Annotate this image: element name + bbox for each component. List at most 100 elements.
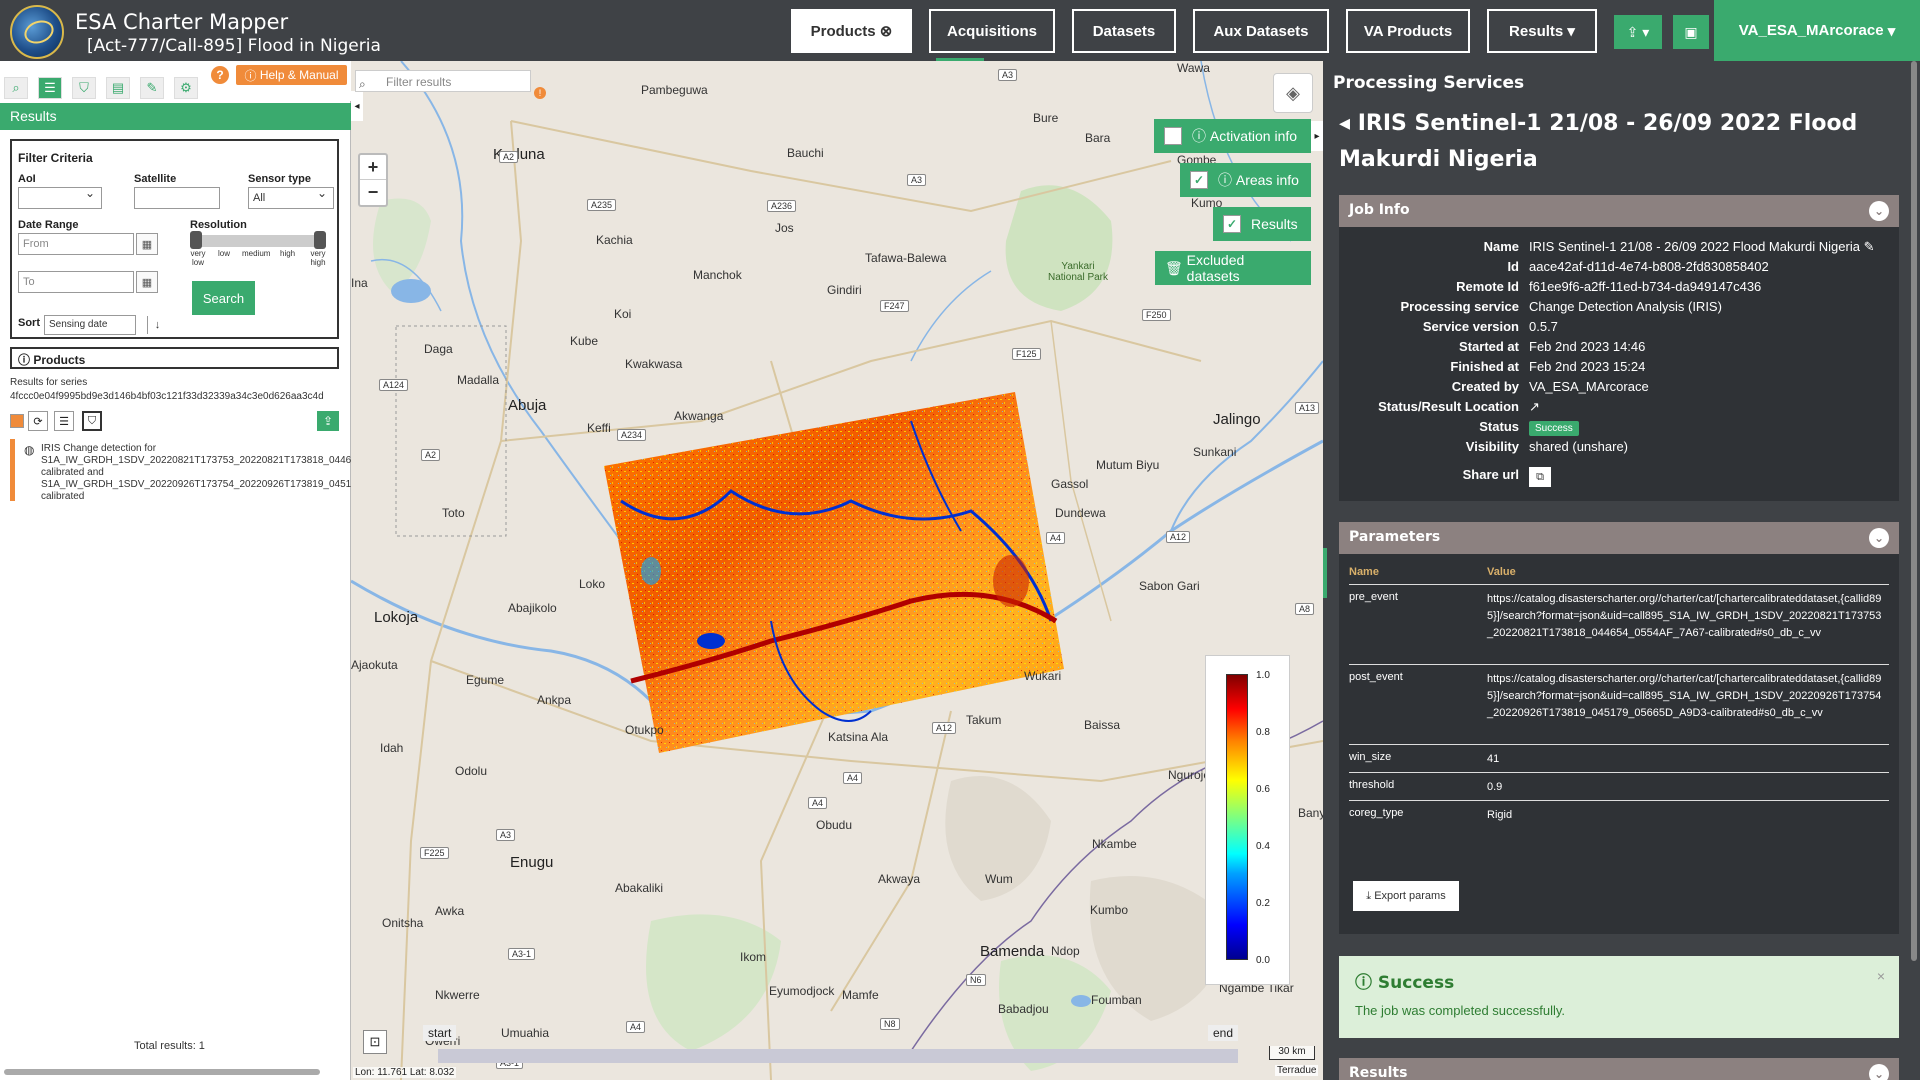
map-attribution[interactable]: Terradue: [1275, 1065, 1319, 1076]
timeline-track[interactable]: [438, 1049, 1238, 1063]
chevron-down-icon[interactable]: ⌄: [1869, 528, 1889, 548]
map-town: Mutum Biyu: [1096, 458, 1160, 472]
road-label: A235: [587, 199, 617, 211]
nav-acquisitions[interactable]: Acquisitions: [929, 9, 1055, 53]
checkbox[interactable]: [1164, 127, 1182, 145]
job-info-header[interactable]: Job Info ⌄: [1339, 195, 1899, 227]
road-label: A3: [907, 174, 927, 186]
info-icon[interactable]: !: [534, 87, 546, 99]
nav-va-products[interactable]: VA Products: [1346, 9, 1470, 53]
activation-info-toggle[interactable]: ⓘ Activation info: [1154, 119, 1311, 153]
map-town: Bany: [1298, 806, 1323, 820]
basket-icon[interactable]: ⛉: [72, 77, 96, 99]
legend-colorbar: [1226, 674, 1248, 960]
close-circle-icon[interactable]: ⊗: [880, 22, 893, 40]
info-row: Status Success: [1339, 419, 1899, 439]
nav-datasets[interactable]: Datasets: [1072, 9, 1176, 53]
map-town: Gassol: [1051, 477, 1089, 491]
layers-icon[interactable]: ◈: [1273, 73, 1313, 113]
timeline-end[interactable]: end: [1208, 1025, 1239, 1041]
checkbox-checked[interactable]: ✓: [1223, 215, 1241, 233]
list-view-icon[interactable]: ☰: [54, 411, 74, 431]
products-header: ⓘ Products: [10, 347, 339, 369]
unshare-link[interactable]: shared (unshare): [1529, 439, 1628, 454]
export-params-button[interactable]: ⤓ Export params: [1353, 881, 1459, 911]
map-town: Dundewa: [1055, 506, 1106, 520]
slider-max-handle[interactable]: [314, 231, 326, 249]
map-town: Baissa: [1084, 718, 1121, 732]
collapse-right-panel-handle[interactable]: ▸: [1311, 121, 1323, 151]
date-from-input[interactable]: From: [18, 233, 134, 255]
road-label: A4: [808, 797, 828, 809]
close-icon[interactable]: ×: [1877, 968, 1885, 984]
road-label: N6: [966, 974, 986, 986]
excluded-datasets-button[interactable]: 🗑 Excluded datasets: [1155, 251, 1311, 285]
gear-icon[interactable]: ⚙: [174, 77, 198, 99]
map-town: Koi: [614, 307, 632, 321]
timeline[interactable]: start end: [423, 1025, 1239, 1063]
success-title: ⓘ Success: [1355, 973, 1455, 993]
results-header[interactable]: Results ⌄: [1339, 1058, 1899, 1080]
checkbox-checked[interactable]: ✓: [1190, 171, 1208, 189]
nav-results[interactable]: Results ▾: [1487, 9, 1597, 53]
vertical-scrollbar[interactable]: [1911, 61, 1917, 961]
search-icon[interactable]: ⌕: [4, 77, 28, 99]
date-range-label: Date Range: [18, 219, 79, 231]
param-col-name: Name: [1349, 566, 1379, 578]
activation-title: [Act-777/Call-895] Flood in Nigeria: [87, 36, 381, 56]
help-icon[interactable]: ?: [211, 66, 229, 84]
calendar-icon[interactable]: ▦: [136, 233, 158, 255]
map-town: Sunkani: [1193, 445, 1237, 459]
list-icon[interactable]: ☰: [38, 77, 62, 99]
map-town: Loko: [579, 577, 606, 591]
road-label: A4: [626, 1021, 646, 1033]
upload-menu-button[interactable]: ⇪ ▾: [1614, 15, 1662, 49]
date-to-input[interactable]: To: [18, 271, 134, 293]
help-manual-button[interactable]: ⓘ Help & Manual: [236, 65, 347, 85]
map-view[interactable]: Kaduna Pambeguwa Bauchi Bure Bara Gombe …: [351, 61, 1323, 1080]
collapse-left-panel-handle[interactable]: ◂: [351, 91, 363, 121]
chevron-down-icon[interactable]: ⌄: [1869, 201, 1889, 221]
copy-url-icon[interactable]: ⧉: [1529, 467, 1551, 487]
pencil-icon[interactable]: ✎: [140, 77, 164, 99]
search-button[interactable]: Search: [192, 281, 255, 315]
calendar-icon[interactable]: ▦: [136, 271, 158, 293]
horizontal-scrollbar[interactable]: [4, 1069, 320, 1075]
panel-resize-handle[interactable]: [1323, 548, 1327, 598]
map-town: Kwakwasa: [625, 357, 683, 371]
nav-aux-datasets[interactable]: Aux Datasets: [1193, 9, 1329, 53]
sort-select[interactable]: Sensing date ↓: [44, 315, 160, 335]
timeline-toggle-icon[interactable]: ⊡: [363, 1030, 387, 1054]
zoom-out-button[interactable]: −: [360, 180, 386, 205]
sort-direction-icon[interactable]: ↓: [147, 316, 167, 334]
share-icon[interactable]: ⇪: [317, 411, 339, 431]
road-label: A124: [379, 379, 409, 391]
external-link-icon[interactable]: ↗: [1529, 399, 1540, 415]
briefcase-button[interactable]: ▣: [1673, 15, 1709, 49]
select-all-checkbox[interactable]: [10, 414, 24, 428]
filter-title: Filter Criteria: [18, 151, 93, 165]
chevron-down-icon[interactable]: ⌄: [1869, 1064, 1889, 1080]
sensor-type-select[interactable]: All: [248, 186, 334, 209]
nav-products[interactable]: Products ⊗: [791, 9, 912, 53]
legend-label: 0.0: [1256, 955, 1270, 966]
filter-results-input[interactable]: Filter results: [355, 70, 531, 92]
results-toggle[interactable]: ✓ Results: [1213, 207, 1311, 241]
refresh-icon[interactable]: ⟳: [28, 411, 48, 431]
info-row: Status/Result Location ↗: [1378, 399, 1540, 415]
timeline-start[interactable]: start: [423, 1025, 457, 1041]
user-menu[interactable]: VA_ESA_MArcorace ▾: [1714, 0, 1920, 61]
aoi-select[interactable]: [18, 186, 102, 209]
legend-label: 0.4: [1256, 841, 1270, 852]
satellite-input[interactable]: [134, 187, 220, 209]
basket-icon[interactable]: ⛉: [82, 411, 102, 431]
resolution-slider[interactable]: [190, 231, 326, 249]
archive-icon[interactable]: ▤: [106, 77, 130, 99]
slider-min-handle[interactable]: [190, 231, 202, 249]
back-icon[interactable]: ◂: [1339, 111, 1358, 136]
parameters-header[interactable]: Parameters ⌄: [1339, 522, 1899, 554]
info-icon: ⓘ: [1192, 128, 1210, 144]
zoom-in-button[interactable]: +: [360, 155, 386, 180]
result-list-item[interactable]: ◍ IRIS Change detection for S1A_IW_GRDH_…: [10, 439, 437, 502]
areas-info-toggle[interactable]: ✓ ⓘ Areas info: [1180, 163, 1311, 197]
